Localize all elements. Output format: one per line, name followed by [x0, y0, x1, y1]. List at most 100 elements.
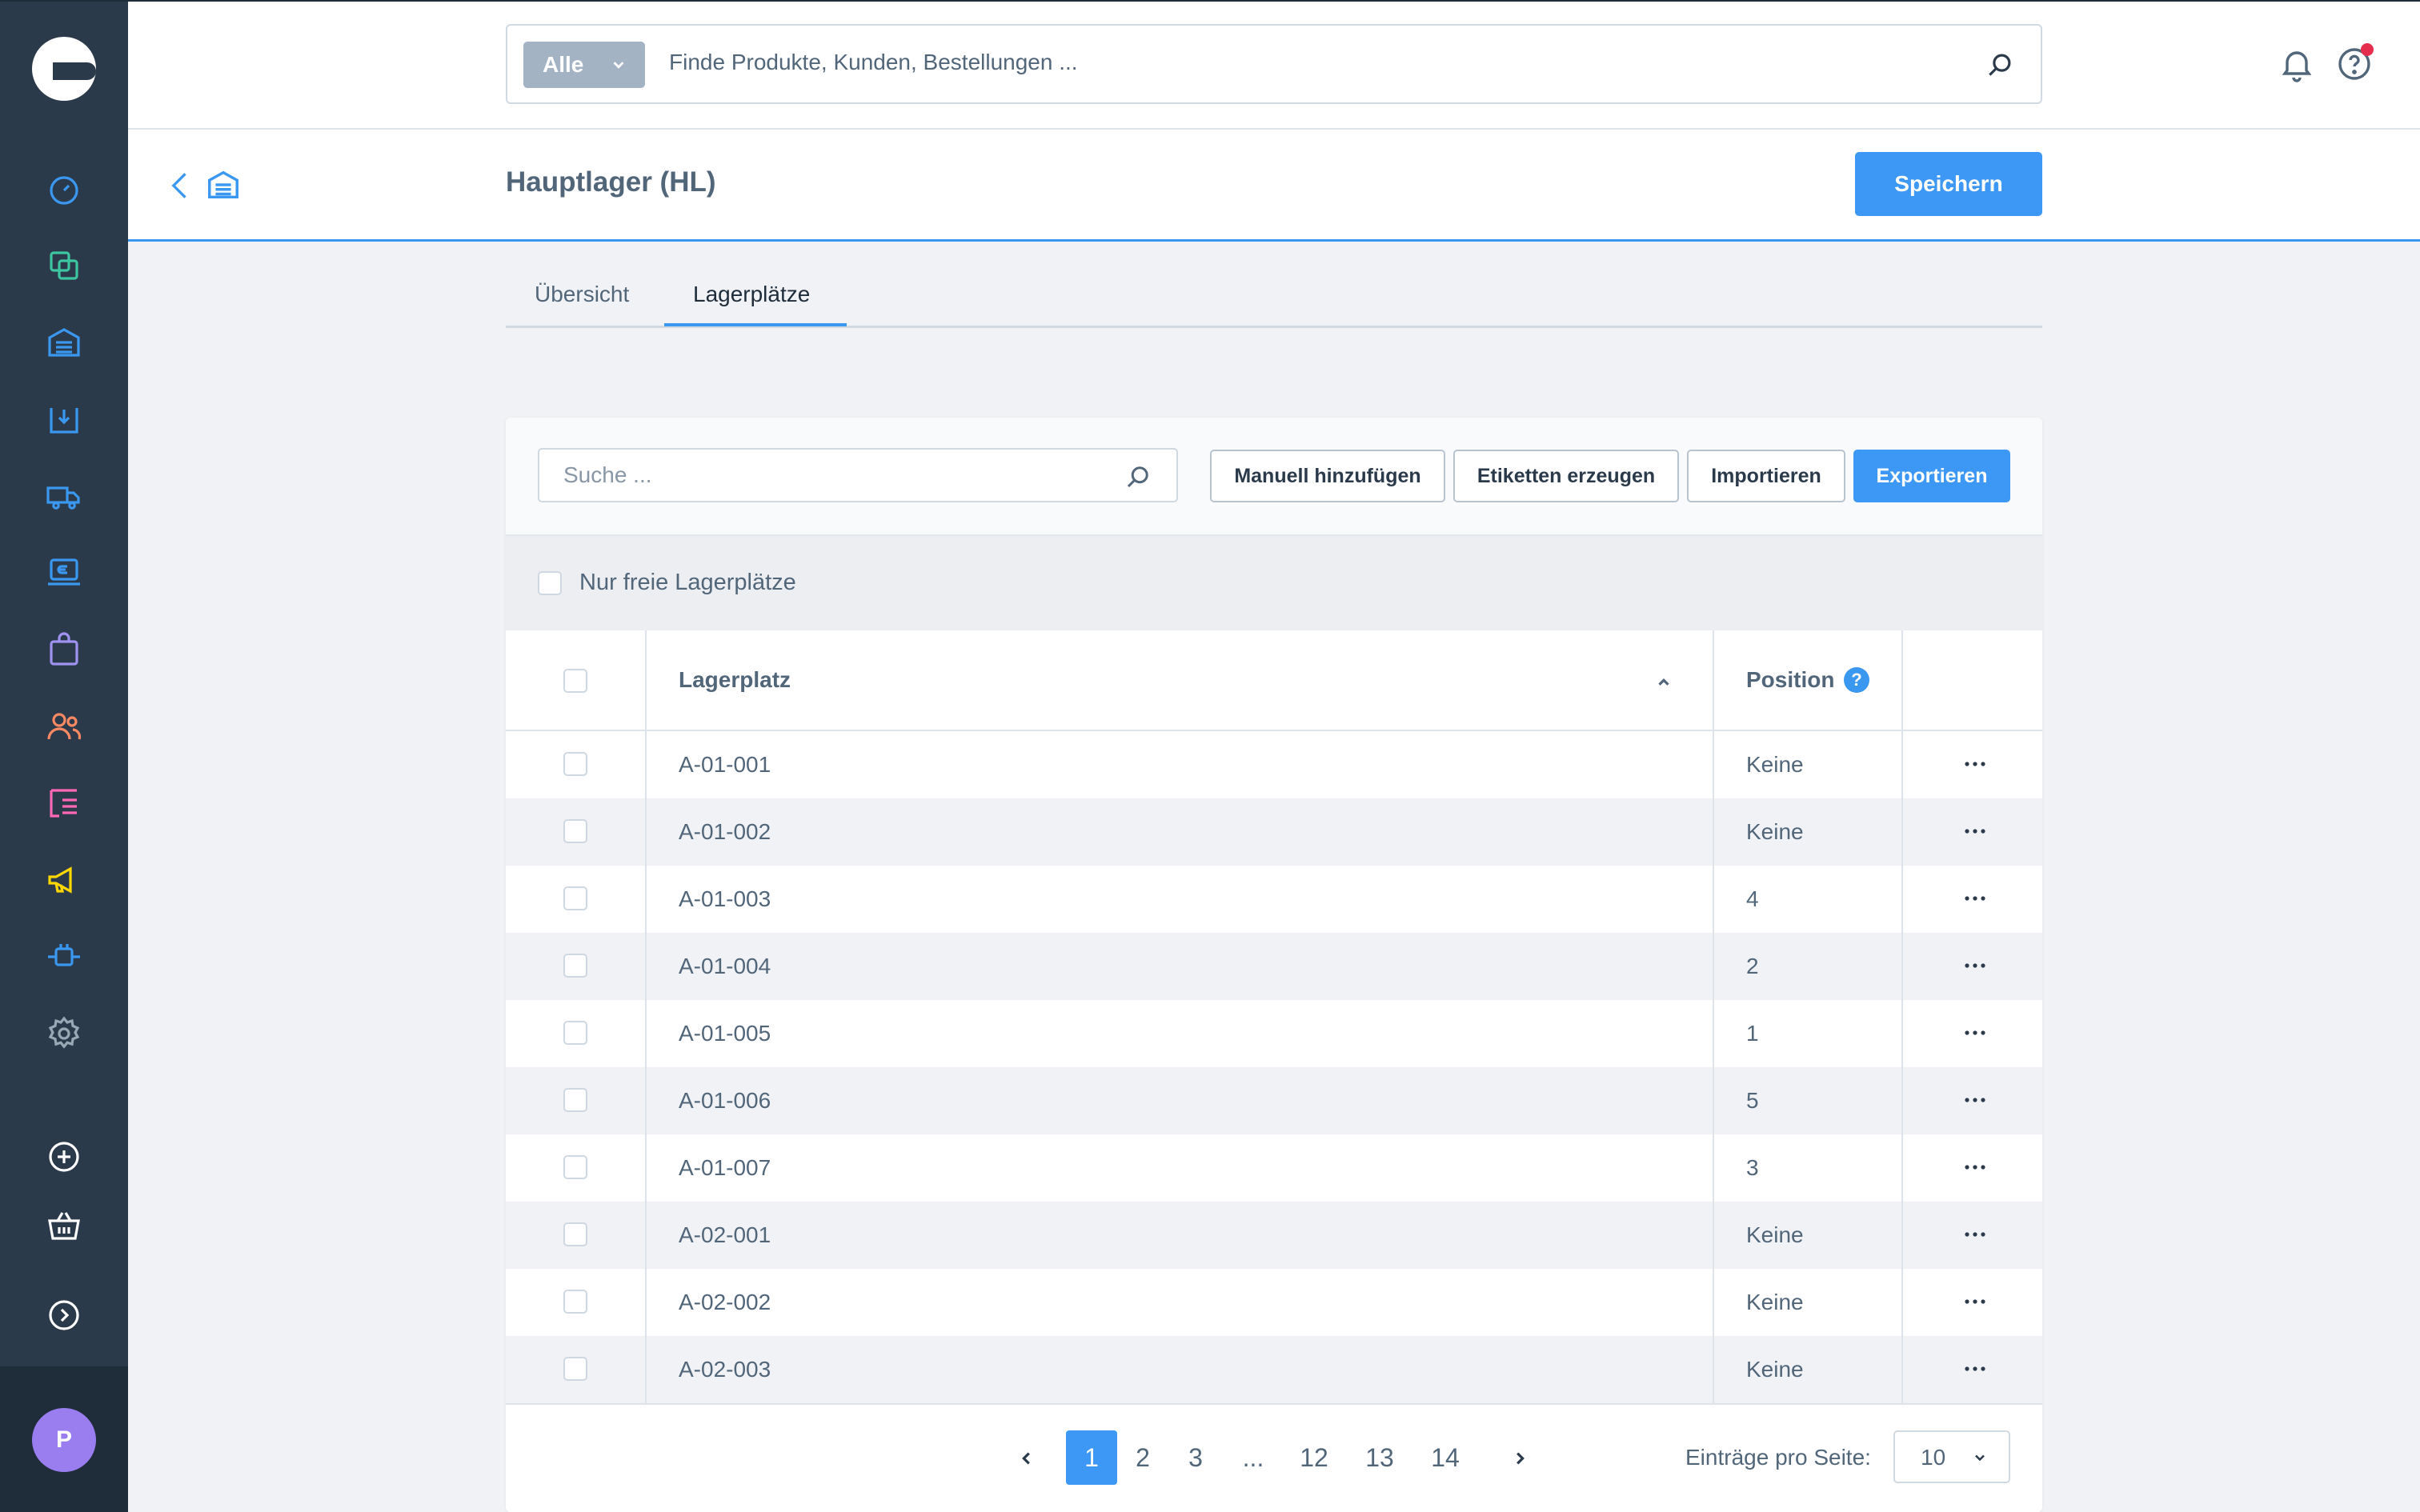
page-button[interactable]: 13	[1357, 1430, 1402, 1485]
more-actions-icon[interactable]	[1961, 954, 1989, 978]
dashboard-icon[interactable]	[45, 170, 83, 208]
row-checkbox[interactable]	[563, 752, 587, 776]
chevron-left-icon[interactable]	[163, 168, 198, 203]
more-actions-icon[interactable]	[1961, 752, 1989, 776]
select-all-checkbox[interactable]	[563, 669, 587, 693]
position-cell: Keine	[1746, 1290, 1804, 1314]
table-row[interactable]: A-01-007 3	[506, 1134, 2042, 1202]
location-cell[interactable]: A-01-006	[679, 1088, 771, 1114]
more-actions-icon[interactable]	[1961, 1357, 1989, 1381]
shop-icon[interactable]	[45, 1206, 83, 1245]
page-button[interactable]: 2	[1127, 1430, 1159, 1485]
admin-sidebar: P	[0, 0, 128, 1512]
location-cell[interactable]: A-02-001	[679, 1222, 771, 1248]
search-icon[interactable]	[1124, 462, 1152, 491]
table-row[interactable]: A-01-003 4	[506, 866, 2042, 933]
add-icon[interactable]	[45, 1138, 83, 1176]
more-actions-icon[interactable]	[1961, 1088, 1989, 1112]
page-button[interactable]: 14	[1423, 1430, 1468, 1485]
position-cell: Keine	[1746, 1222, 1804, 1247]
sort-ascending-icon[interactable]	[1655, 674, 1673, 691]
row-checkbox[interactable]	[563, 1155, 587, 1179]
inbound-icon[interactable]	[45, 400, 83, 438]
location-cell[interactable]: A-02-002	[679, 1290, 771, 1315]
orders-icon[interactable]	[45, 630, 83, 669]
user-avatar[interactable]: P	[32, 1408, 96, 1472]
location-cell[interactable]: A-02-003	[679, 1357, 771, 1382]
marketing-icon[interactable]	[45, 861, 83, 899]
shipping-icon[interactable]	[45, 477, 83, 515]
tab-bar: Übersicht Lagerplätze	[506, 267, 2042, 328]
table-row[interactable]: A-01-001 Keine	[506, 731, 2042, 798]
shopware-logo[interactable]	[32, 37, 96, 101]
customers-icon[interactable]	[45, 707, 83, 746]
more-actions-icon[interactable]	[1961, 1155, 1989, 1179]
tab-overview[interactable]: Übersicht	[535, 282, 629, 307]
active-tab-indicator	[664, 323, 847, 326]
warehouse-icon[interactable]	[45, 323, 83, 362]
location-search-input[interactable]	[539, 450, 1116, 501]
column-header-location[interactable]: Lagerplatz	[679, 667, 791, 693]
position-cell: 3	[1746, 1155, 1759, 1180]
free-locations-checkbox[interactable]	[538, 571, 562, 595]
more-actions-icon[interactable]	[1961, 1021, 1989, 1045]
page-button[interactable]: 12	[1292, 1430, 1336, 1485]
column-header-position[interactable]: Position	[1746, 667, 1834, 693]
location-cell[interactable]: A-01-004	[679, 954, 771, 979]
location-cell[interactable]: A-01-002	[679, 819, 771, 845]
row-checkbox[interactable]	[563, 819, 587, 843]
extensions-icon[interactable]	[45, 938, 83, 976]
page-button[interactable]: 1	[1066, 1430, 1117, 1485]
notification-dot	[2361, 43, 2374, 56]
global-search-placeholder[interactable]: Finde Produkte, Kunden, Bestellungen ...	[669, 50, 1078, 75]
storage-locations-card: Manuell hinzufügen Etiketten erzeugen Im…	[506, 418, 2042, 1512]
row-checkbox[interactable]	[563, 1290, 587, 1314]
expand-icon[interactable]	[45, 1296, 83, 1334]
location-cell[interactable]: A-01-007	[679, 1155, 771, 1181]
more-actions-icon[interactable]	[1961, 819, 1989, 843]
position-cell: 5	[1746, 1088, 1759, 1113]
table-row[interactable]: A-02-002 Keine	[506, 1269, 2042, 1336]
export-button[interactable]: Exportieren	[1853, 450, 2010, 502]
catalog-icon[interactable]	[45, 246, 83, 285]
more-actions-icon[interactable]	[1961, 1290, 1989, 1314]
table-row[interactable]: A-01-006 5	[506, 1067, 2042, 1134]
table-row[interactable]: A-02-001 Keine	[506, 1202, 2042, 1269]
save-button[interactable]: Speichern	[1855, 152, 2042, 216]
position-cell: 1	[1746, 1021, 1759, 1046]
row-checkbox[interactable]	[563, 954, 587, 978]
chevron-left-icon[interactable]	[1018, 1450, 1036, 1467]
search-icon[interactable]	[1985, 50, 2015, 80]
location-cell[interactable]: A-01-005	[679, 1021, 771, 1046]
more-actions-icon[interactable]	[1961, 886, 1989, 910]
help-tooltip-icon[interactable]: ?	[1844, 667, 1869, 693]
bell-icon[interactable]	[2278, 45, 2316, 83]
row-checkbox[interactable]	[563, 1088, 587, 1112]
settings-icon[interactable]	[45, 1014, 83, 1053]
location-cell[interactable]: A-01-003	[679, 886, 771, 912]
content-icon[interactable]	[45, 784, 83, 822]
location-cell[interactable]: A-01-001	[679, 752, 771, 778]
chevron-right-icon[interactable]	[1511, 1450, 1529, 1467]
row-checkbox[interactable]	[563, 1021, 587, 1045]
more-actions-icon[interactable]	[1961, 1222, 1989, 1246]
import-button[interactable]: Importieren	[1687, 450, 1845, 502]
per-page-select[interactable]: 10	[1893, 1430, 2010, 1483]
table-row[interactable]: A-01-005 1	[506, 1000, 2042, 1067]
tab-storage-locations[interactable]: Lagerplätze	[693, 282, 810, 307]
row-checkbox[interactable]	[563, 886, 587, 910]
location-search[interactable]	[538, 448, 1178, 502]
create-labels-button[interactable]: Etiketten erzeugen	[1453, 450, 1679, 502]
table-row[interactable]: A-02-003 Keine	[506, 1336, 2042, 1403]
search-scope-select[interactable]: Alle	[523, 42, 645, 88]
page-button[interactable]: 3	[1180, 1430, 1212, 1485]
global-search[interactable]: Alle Finde Produkte, Kunden, Bestellunge…	[506, 24, 2042, 104]
row-checkbox[interactable]	[563, 1222, 587, 1246]
table-row[interactable]: A-01-004 2	[506, 933, 2042, 1000]
add-manually-button[interactable]: Manuell hinzufügen	[1210, 450, 1445, 502]
free-locations-label[interactable]: Nur freie Lagerplätze	[579, 570, 796, 596]
payment-icon[interactable]	[45, 554, 83, 592]
table-header: Lagerplatz Position ?	[506, 630, 2042, 731]
table-row[interactable]: A-01-002 Keine	[506, 798, 2042, 866]
row-checkbox[interactable]	[563, 1357, 587, 1381]
